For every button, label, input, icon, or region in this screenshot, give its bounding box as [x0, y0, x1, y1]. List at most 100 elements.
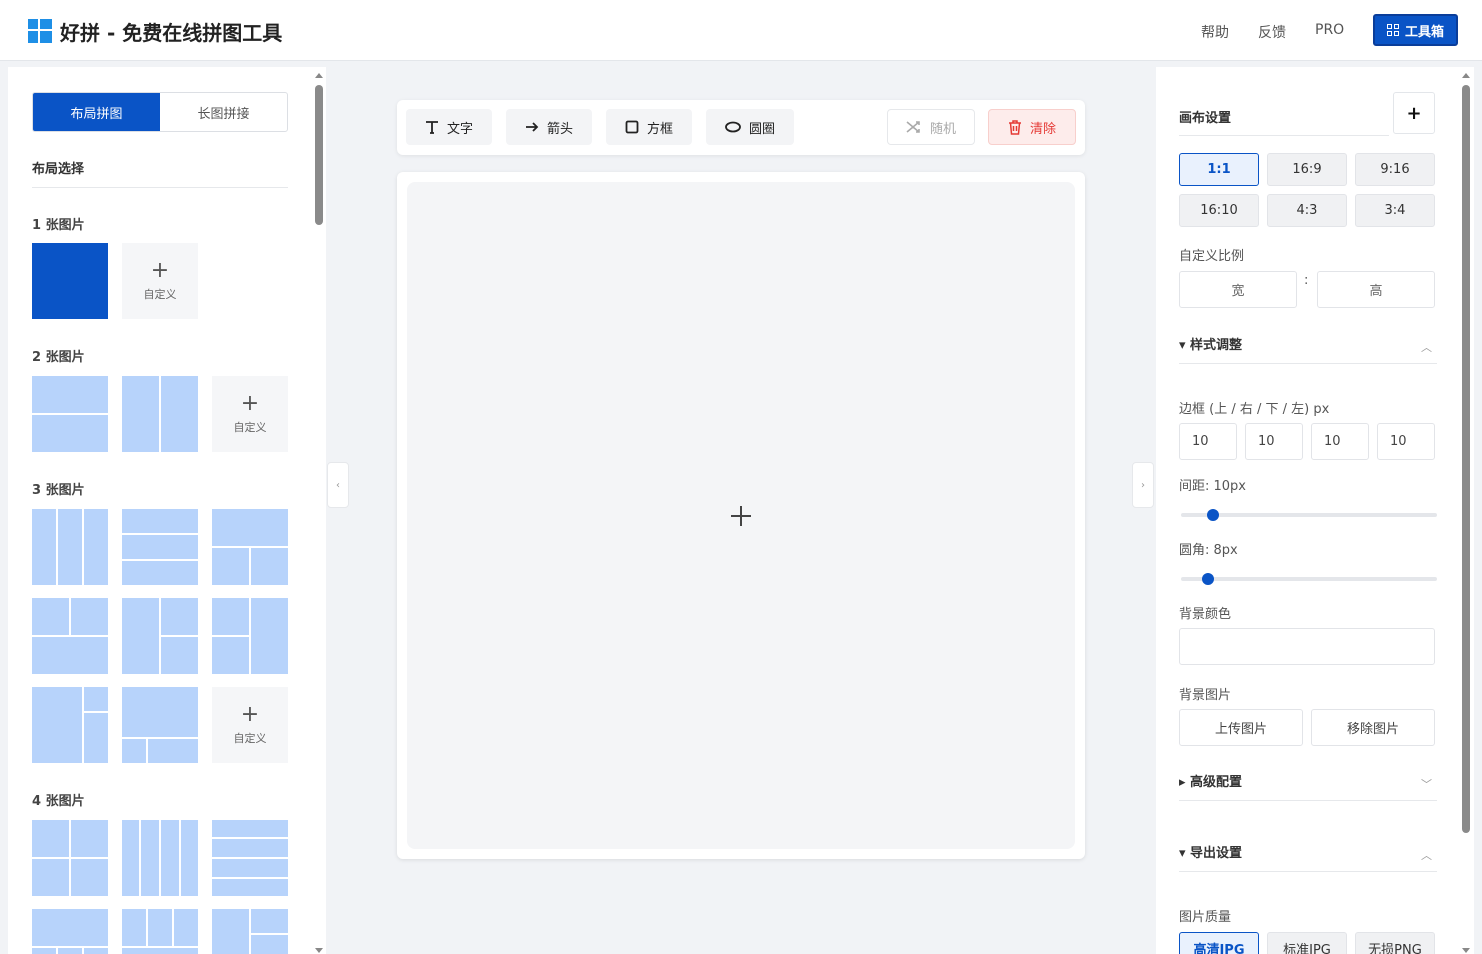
grid-icon [1386, 24, 1399, 36]
spacing-slider[interactable] [1181, 513, 1437, 517]
chevron-down-icon[interactable]: ﹀ [1421, 776, 1432, 792]
quality-standard-jpg[interactable]: 标准JPG [1267, 932, 1347, 954]
divider [1179, 800, 1437, 801]
group-title-3: 3 张图片 [32, 483, 85, 498]
scrollbar-thumb[interactable] [1462, 85, 1470, 833]
app-header: 好拼 - 免费在线拼图工具 帮助 反馈 PRO 工具箱 [0, 0, 1482, 61]
settings-panel-scrollbar[interactable] [1460, 67, 1474, 954]
collapse-right-button[interactable]: › [1132, 462, 1154, 508]
divider [1179, 871, 1437, 872]
text-icon [425, 121, 438, 134]
circle-tool-button[interactable]: 圆圈 [706, 109, 794, 145]
nav-pro[interactable]: PRO [1315, 22, 1344, 38]
border-label: 边框 (上 / 右 / 下 / 左) px [1179, 402, 1330, 417]
layout-3-cols[interactable] [32, 509, 108, 585]
custom-ratio-label: 自定义比例 [1179, 249, 1245, 264]
layout-3-top-large[interactable] [122, 687, 198, 763]
radius-slider-handle[interactable] [1202, 573, 1214, 585]
style-section-toggle[interactable]: ▾ 样式调整 [1179, 334, 1242, 353]
plus-icon: + [240, 702, 260, 727]
random-button[interactable]: 随机 [887, 109, 975, 145]
custom-layout-button[interactable]: + 自定义 [212, 376, 288, 452]
divider [1179, 363, 1437, 364]
ellipse-icon [725, 121, 741, 133]
export-section-toggle[interactable]: ▾ 导出设置 [1179, 842, 1242, 861]
clear-label: 清除 [1029, 121, 1056, 137]
text-tool-button[interactable]: 文字 [406, 109, 492, 145]
toolbox-label: 工具箱 [1404, 24, 1444, 40]
layout-3-left-tall[interactable] [122, 598, 198, 674]
layout-4-rows[interactable] [212, 820, 288, 896]
ratio-separator: : [1304, 273, 1309, 288]
radius-label: 圆角: 8px [1179, 543, 1238, 558]
layout-3-top-wide[interactable] [212, 509, 288, 585]
custom-layout-button[interactable]: + 自定义 [212, 687, 288, 763]
add-image-icon[interactable] [729, 504, 753, 528]
arrow-tool-button[interactable]: 箭头 [506, 109, 592, 145]
layout-4-left-tall[interactable] [212, 909, 288, 954]
chevron-up-icon[interactable]: ︿ [1421, 847, 1432, 863]
random-label: 随机 [929, 121, 956, 137]
nav-feedback[interactable]: 反馈 [1258, 22, 1286, 42]
bg-color-input[interactable] [1179, 628, 1435, 665]
plus-icon: + [240, 391, 260, 416]
border-top-input[interactable]: 10 [1179, 423, 1237, 460]
quality-label: 图片质量 [1179, 910, 1232, 925]
custom-label: 自定义 [233, 732, 267, 745]
pin-icon[interactable]: + [1393, 92, 1435, 134]
logo-icon [28, 19, 52, 43]
layout-3-rows[interactable] [122, 509, 198, 585]
toolbox-button[interactable]: 工具箱 [1373, 14, 1458, 46]
layout-4-top-wide[interactable] [32, 909, 108, 954]
shuffle-icon [906, 121, 920, 133]
app-title: 好拼 - 免费在线拼图工具 [60, 21, 283, 45]
custom-label: 自定义 [143, 288, 177, 301]
layout-1-full[interactable] [32, 243, 108, 319]
layout-2-cols[interactable] [122, 376, 198, 452]
tab-layout-collage[interactable]: 布局拼图 [33, 93, 160, 131]
layout-4-mixed[interactable] [122, 909, 198, 954]
border-right-input[interactable]: 10 [1245, 423, 1303, 460]
radius-slider[interactable] [1181, 577, 1437, 581]
collapse-left-button[interactable]: ‹ [327, 462, 349, 508]
ratio-3-4[interactable]: 3:4 [1355, 194, 1435, 227]
box-tool-button[interactable]: 方框 [606, 109, 692, 145]
layout-panel-scrollbar[interactable] [312, 67, 326, 954]
advanced-section-toggle[interactable]: ▸ 高级配置 [1179, 771, 1242, 790]
quality-lossless-png[interactable]: 无损PNG [1355, 932, 1435, 954]
layout-3-left-wide[interactable] [32, 687, 108, 763]
canvas-container [397, 172, 1085, 859]
arrow-right-icon [525, 122, 539, 132]
layout-2-rows[interactable] [32, 376, 108, 452]
circle-tool-label: 圆圈 [748, 121, 775, 137]
ratio-width-input[interactable]: 宽 [1179, 271, 1297, 308]
ratio-4-3[interactable]: 4:3 [1267, 194, 1347, 227]
layout-4-grid[interactable] [32, 820, 108, 896]
canvas-settings-title: 画布设置 [1179, 111, 1232, 126]
ratio-16-9[interactable]: 16:9 [1267, 153, 1347, 186]
ratio-16-10[interactable]: 16:10 [1179, 194, 1259, 227]
ratio-1-1[interactable]: 1:1 [1179, 153, 1259, 186]
layout-section-title: 布局选择 [32, 162, 85, 177]
upload-image-button[interactable]: 上传图片 [1179, 709, 1303, 746]
divider [1179, 135, 1389, 136]
layout-3-bottom-wide[interactable] [32, 598, 108, 674]
box-tool-label: 方框 [646, 121, 673, 137]
nav-help[interactable]: 帮助 [1201, 22, 1229, 42]
ratio-height-input[interactable]: 高 [1317, 271, 1435, 308]
bg-image-label: 背景图片 [1179, 688, 1232, 703]
border-bottom-input[interactable]: 10 [1311, 423, 1369, 460]
border-left-input[interactable]: 10 [1377, 423, 1435, 460]
ratio-9-16[interactable]: 9:16 [1355, 153, 1435, 186]
quality-hd-jpg[interactable]: 高清JPG [1179, 932, 1259, 954]
remove-image-button[interactable]: 移除图片 [1311, 709, 1435, 746]
layout-4-cols[interactable] [122, 820, 198, 896]
clear-button[interactable]: 清除 [988, 109, 1076, 145]
layout-3-right-tall[interactable] [212, 598, 288, 674]
custom-layout-button[interactable]: + 自定义 [122, 243, 198, 319]
collage-canvas[interactable] [407, 182, 1075, 849]
spacing-slider-handle[interactable] [1207, 509, 1219, 521]
chevron-up-icon[interactable]: ︿ [1421, 339, 1432, 355]
tab-long-image[interactable]: 长图拼接 [160, 93, 287, 131]
scrollbar-thumb[interactable] [315, 85, 323, 225]
